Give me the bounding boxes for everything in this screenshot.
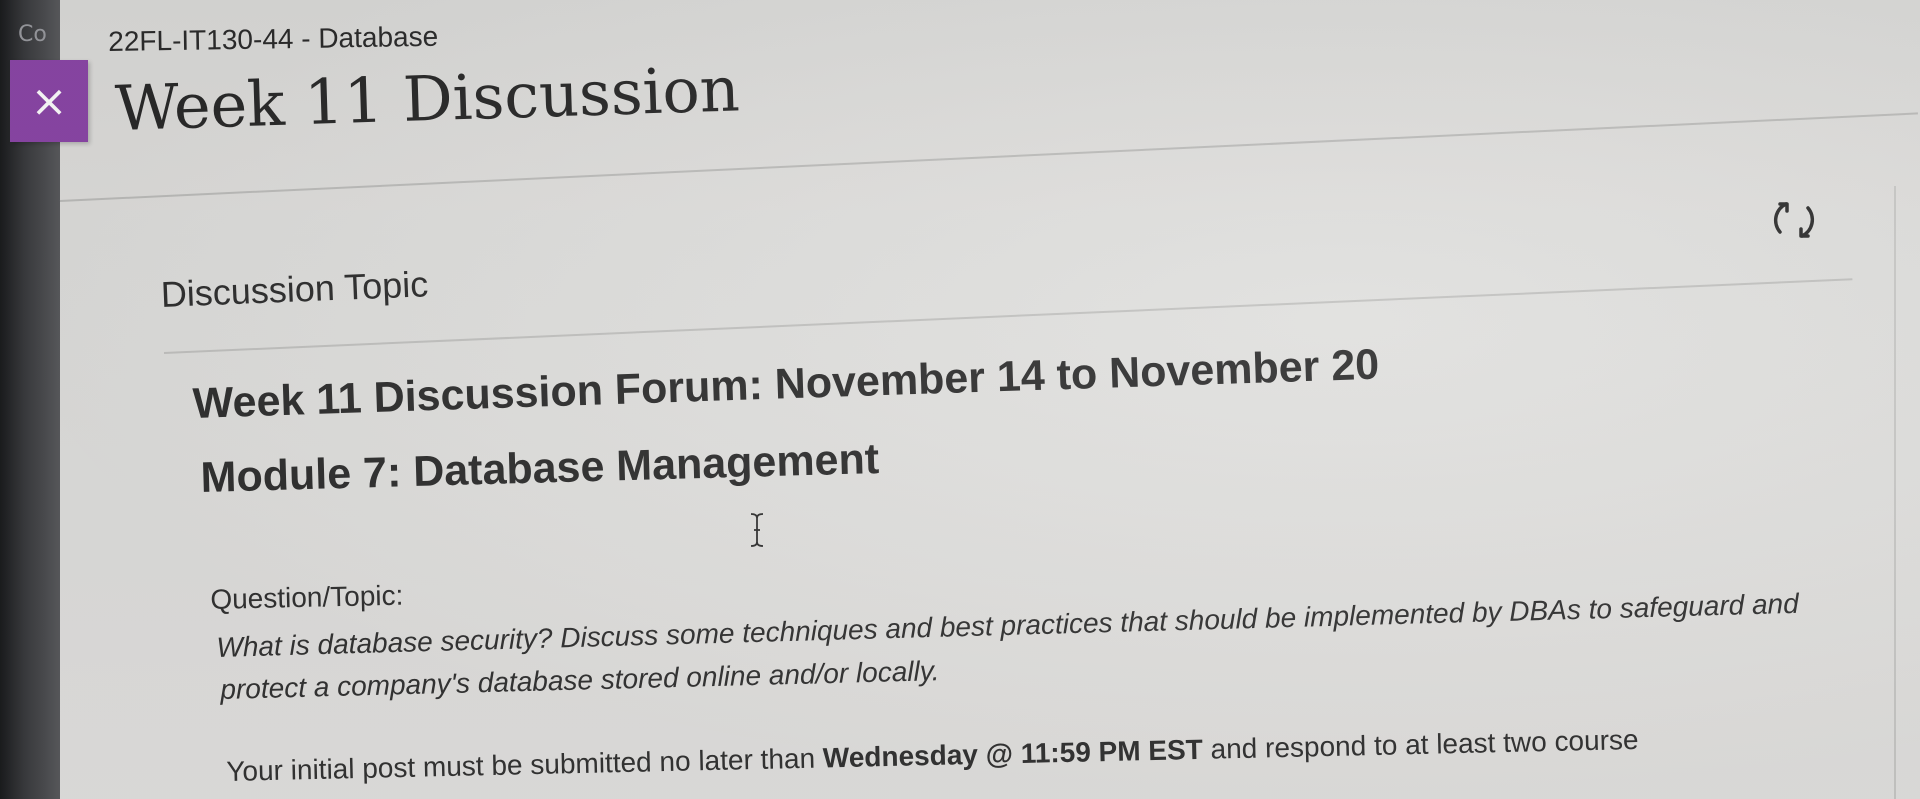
close-icon: × xyxy=(30,75,68,127)
question-text-line-1: What is database security? Discuss some … xyxy=(216,587,1800,663)
deadline-date: Wednesday @ 11:59 PM EST xyxy=(822,733,1204,774)
deadline-prefix: Your initial post must be submitted no l… xyxy=(226,742,824,787)
module-title: Module 7: Database Management xyxy=(200,435,880,502)
question-text-line-2: protect a company's database stored onli… xyxy=(220,655,940,705)
deadline-suffix: and respond to at least two course xyxy=(1202,723,1639,765)
screen: Co 22FL-IT130-44 - Database Week 11 Disc… xyxy=(0,0,1920,799)
text-cursor-icon xyxy=(750,513,764,547)
deadline-text: Your initial post must be submitted no l… xyxy=(226,724,1639,788)
topic-content: Week 11 Discussion Forum: November 14 to… xyxy=(60,0,1920,799)
close-button[interactable]: × xyxy=(10,60,88,142)
question-label: Question/Topic: xyxy=(210,579,404,615)
forum-title: Week 11 Discussion Forum: November 14 to… xyxy=(192,340,1380,428)
discussion-page: 22FL-IT130-44 - Database Week 11 Discuss… xyxy=(59,0,1920,799)
bezel-partial-text: Co xyxy=(18,22,47,47)
